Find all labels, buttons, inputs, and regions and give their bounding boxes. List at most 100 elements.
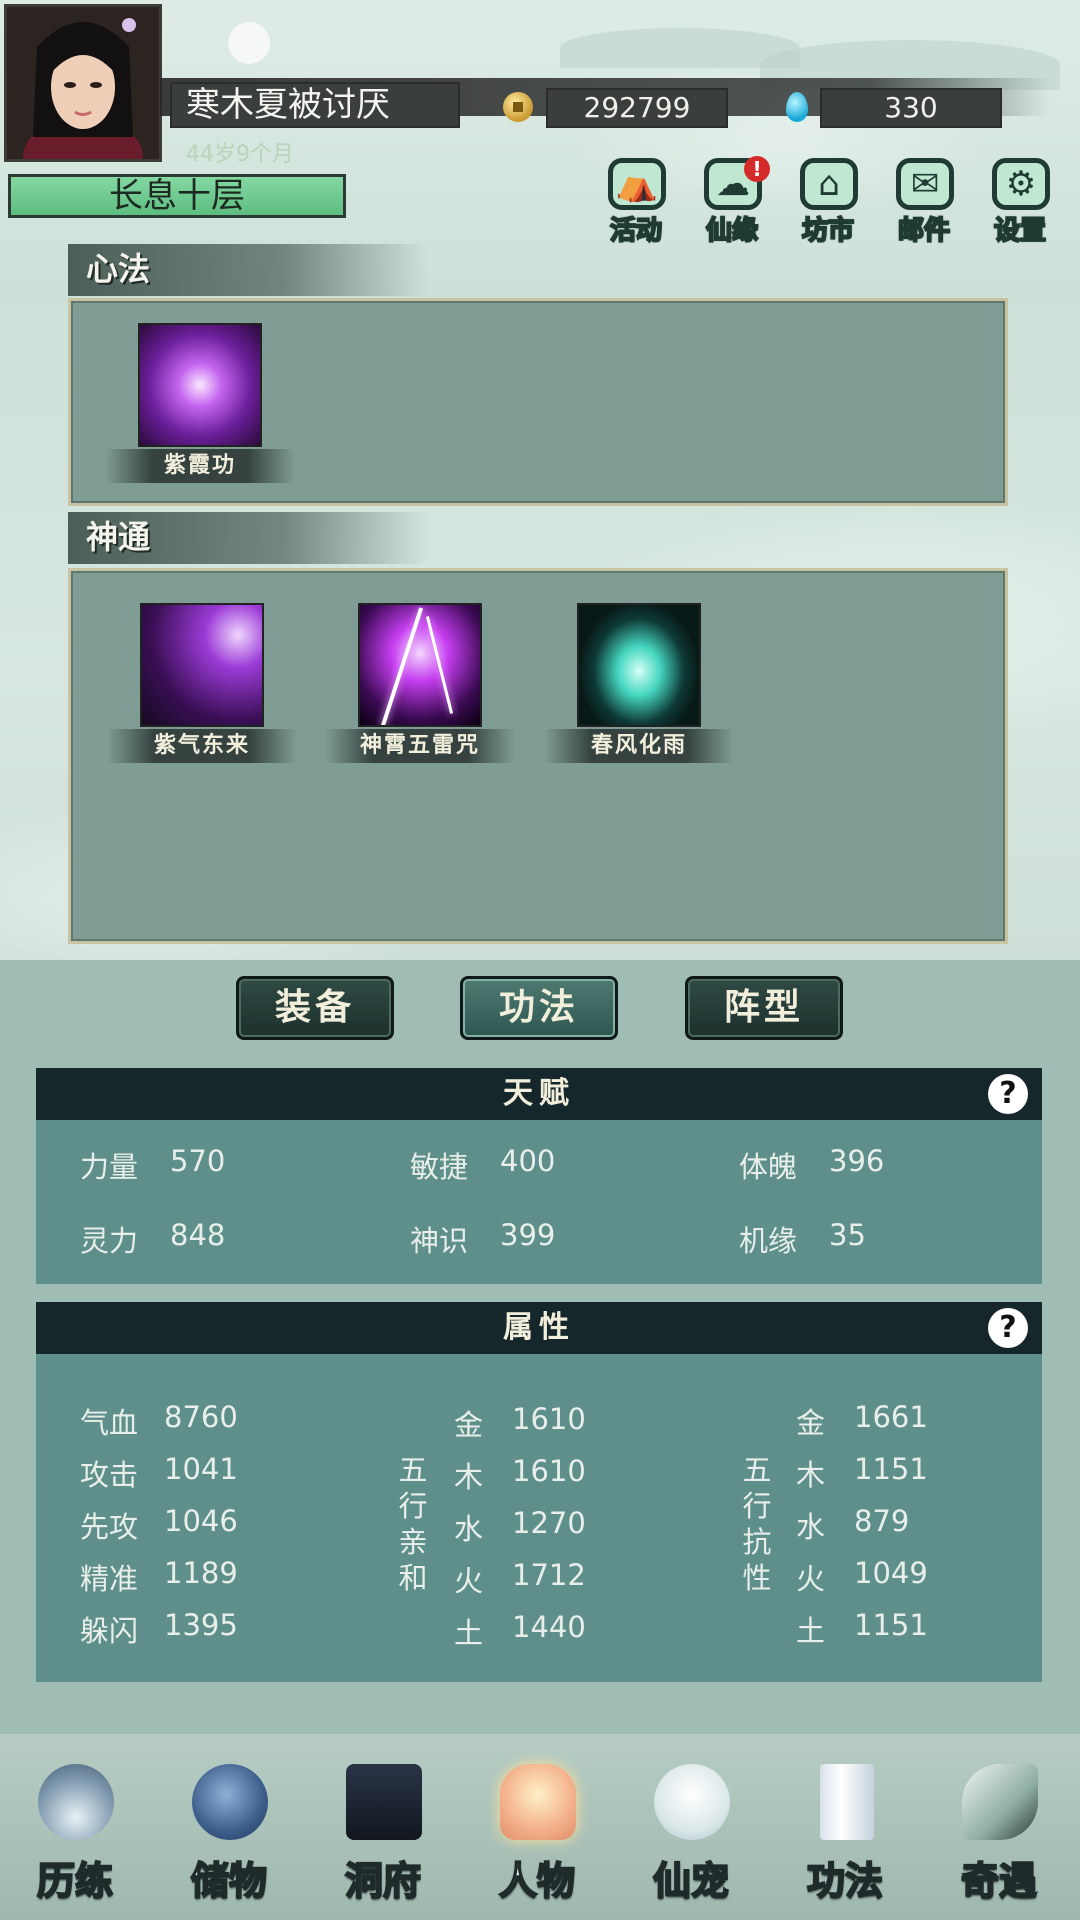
skill-name: 春风化雨 — [544, 729, 734, 763]
talent-title: 天赋 — [503, 1076, 575, 1111]
stat-label: 土 — [796, 1614, 826, 1648]
nav-training[interactable]: 历练 — [0, 1758, 150, 1908]
affinity-title-char: 行 — [398, 1489, 428, 1523]
thunder-skill-icon — [358, 603, 482, 727]
skill-slot[interactable]: 春风化雨 — [544, 603, 734, 763]
tab-formation[interactable]: 阵型 — [685, 976, 843, 1040]
nav-storage[interactable]: 储物 — [154, 1758, 304, 1908]
settings-icon: ⚙ — [992, 158, 1050, 210]
mountain-icon — [38, 1764, 114, 1840]
affinity-title-char: 亲 — [398, 1525, 428, 1559]
stat-value: 1610 — [512, 1402, 586, 1436]
skill-name: 紫霞功 — [105, 449, 295, 483]
coin-count: 292799 — [546, 88, 728, 128]
bag-icon — [192, 1764, 268, 1840]
stat-label: 木 — [454, 1460, 484, 1494]
resist-title-char: 性 — [742, 1561, 772, 1595]
stat-value: 8760 — [164, 1400, 238, 1434]
stat-value: 1041 — [164, 1452, 238, 1486]
stat-label: 金 — [796, 1406, 826, 1440]
pet-icon — [654, 1764, 730, 1840]
stat-value: 1712 — [512, 1558, 586, 1592]
nav-label: 洞府 — [344, 1858, 422, 1904]
player-name[interactable]: 寒木夏被讨厌 — [170, 82, 460, 128]
moon — [228, 22, 270, 64]
stat-label: 敏捷 — [410, 1150, 469, 1184]
player-avatar[interactable] — [4, 4, 162, 162]
scroll-icon — [820, 1764, 874, 1840]
nav-cave-abode[interactable]: 洞府 — [308, 1758, 458, 1908]
stat-value: 1610 — [512, 1454, 586, 1488]
shentong-section-title: 神通 — [68, 512, 428, 564]
stat-label: 精准 — [80, 1562, 139, 1596]
activity-icon: ⛺ — [608, 158, 666, 210]
stat-value: 1046 — [164, 1504, 238, 1538]
market-button[interactable]: ⌂ 坊市 — [780, 150, 876, 247]
stat-label: 攻击 — [80, 1458, 139, 1492]
stat-label: 体魄 — [739, 1150, 798, 1184]
market-label: 坊市 — [801, 215, 855, 247]
xinfa-panel: 紫霞功 — [68, 298, 1008, 506]
stat-label: 灵力 — [80, 1224, 139, 1258]
skill-slot[interactable]: 神霄五雷咒 — [325, 603, 515, 763]
nav-techniques[interactable]: 功法 — [770, 1758, 920, 1908]
resist-title-char: 抗 — [742, 1525, 772, 1559]
skill-slot[interactable]: 紫霞功 — [105, 323, 295, 483]
stat-value: 570 — [170, 1144, 226, 1178]
nav-adventure[interactable]: 奇遇 — [924, 1758, 1074, 1908]
nav-label: 功法 — [806, 1858, 884, 1904]
nav-spirit-pet[interactable]: 仙宠 — [616, 1758, 766, 1908]
nav-label: 仙宠 — [652, 1858, 730, 1904]
tab-techniques[interactable]: 功法 — [460, 976, 618, 1040]
stat-value: 35 — [829, 1218, 866, 1252]
stat-label: 先攻 — [80, 1510, 139, 1544]
skill-name: 神霄五雷咒 — [325, 729, 515, 763]
shentong-panel: 紫气东来 神霄五雷咒 春风化雨 — [68, 568, 1008, 944]
attributes-help-button[interactable]: ? — [988, 1308, 1028, 1348]
mail-icon: ✉ — [896, 158, 954, 210]
nav-character[interactable]: 人物 — [462, 1758, 612, 1908]
skill-slot[interactable]: 紫气东来 — [107, 603, 297, 763]
player-age: 44岁9个月 — [186, 142, 294, 167]
pagoda-icon — [346, 1764, 422, 1840]
stat-value: 1151 — [854, 1452, 928, 1486]
ziqi-skill-icon — [140, 603, 264, 727]
attributes-title: 属性 — [503, 1310, 575, 1345]
cultivation-realm: 长息十层 — [8, 174, 346, 218]
stat-label: 神识 — [410, 1224, 469, 1258]
stat-label: 金 — [454, 1408, 484, 1442]
talent-help-button[interactable]: ? — [988, 1074, 1028, 1114]
stat-value: 400 — [500, 1144, 556, 1178]
stat-value: 848 — [170, 1218, 226, 1252]
stat-value: 1661 — [854, 1400, 928, 1434]
stat-label: 力量 — [80, 1150, 139, 1184]
talent-panel: 天赋 ? 力量 570 敏捷 400 体魄 396 灵力 848 神识 399 … — [36, 1068, 1042, 1284]
stat-label: 气血 — [80, 1406, 139, 1440]
attributes-panel: 属性 ? 气血 8760 攻击 1041 先攻 1046 精准 1189 躲闪 … — [36, 1302, 1042, 1682]
notification-badge: ! — [744, 156, 770, 182]
stat-value: 1440 — [512, 1610, 586, 1644]
xinfa-section-title: 心法 — [68, 244, 428, 296]
mail-button[interactable]: ✉ 邮件 — [876, 150, 972, 247]
activity-button[interactable]: ⛺ 活动 — [588, 150, 684, 247]
stat-label: 躲闪 — [80, 1614, 139, 1648]
affinity-title-char: 和 — [398, 1561, 428, 1595]
fate-button[interactable]: ☁ ! 仙缘 — [684, 150, 780, 247]
tab-equipment[interactable]: 装备 — [236, 976, 394, 1040]
resist-title-char: 五 — [742, 1453, 772, 1487]
activity-label: 活动 — [609, 215, 663, 247]
mail-label: 邮件 — [897, 215, 951, 247]
settings-label: 设置 — [993, 215, 1047, 247]
stat-value: 879 — [854, 1504, 910, 1538]
talent-header: 天赋 ? — [36, 1068, 1042, 1120]
stat-label: 机缘 — [739, 1224, 798, 1258]
nav-label: 历练 — [36, 1858, 114, 1904]
stat-label: 火 — [454, 1564, 484, 1598]
stat-label: 水 — [454, 1512, 484, 1546]
settings-button[interactable]: ⚙ 设置 — [972, 150, 1068, 247]
spring-rain-skill-icon — [577, 603, 701, 727]
zixia-skill-icon — [138, 323, 262, 447]
gem-count: 330 — [820, 88, 1002, 128]
skill-name: 紫气东来 — [107, 729, 297, 763]
stat-value: 1270 — [512, 1506, 586, 1540]
